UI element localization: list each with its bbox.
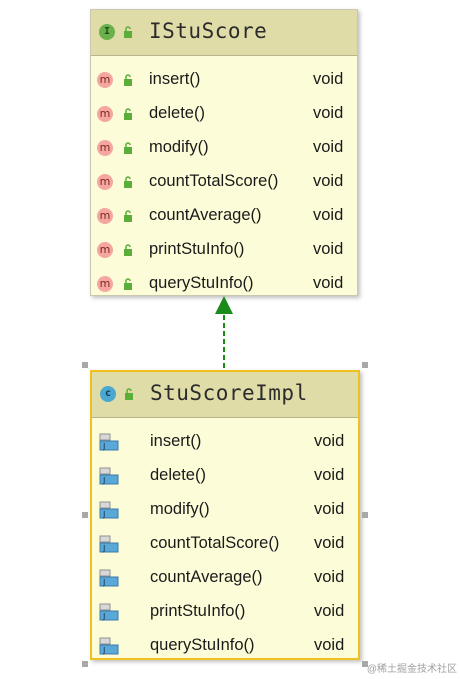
implements-arrow[interactable] (0, 0, 461, 679)
arrowhead-icon (215, 296, 233, 314)
watermark: @稀土掘金技术社区 (366, 664, 457, 675)
